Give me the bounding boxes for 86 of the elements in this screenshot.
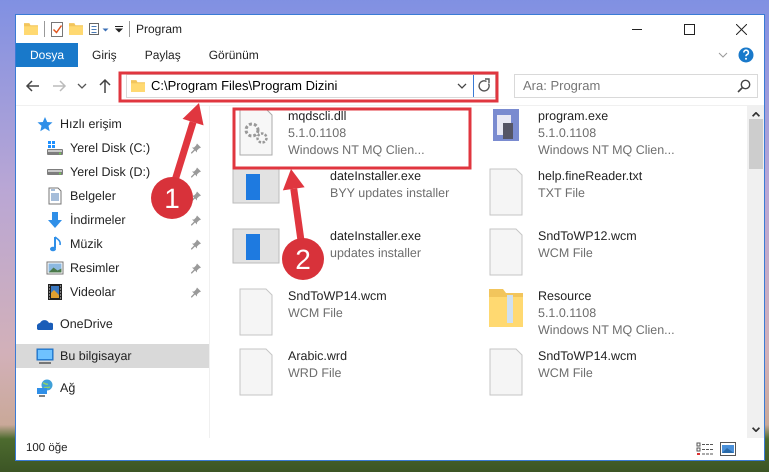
file-name[interactable]: dateInstaller.exe xyxy=(330,228,422,245)
properties-icon[interactable] xyxy=(51,22,63,36)
drive-icon xyxy=(46,168,64,176)
file-detail: Windows NT MQ Clien... xyxy=(288,142,425,159)
list-icon[interactable] xyxy=(89,23,109,35)
help-icon[interactable] xyxy=(738,47,754,63)
installer-icon[interactable] xyxy=(232,168,280,204)
file-detail: 5.1.0.1108 xyxy=(288,125,348,142)
file-detail: 5.1.0.1108 xyxy=(538,125,598,142)
back-icon xyxy=(25,78,41,94)
file-detail: BYY updates installer xyxy=(330,185,450,202)
window-title: Program xyxy=(136,21,182,38)
file-detail: updates installer xyxy=(330,245,422,262)
drive-icon xyxy=(46,140,64,156)
file-detail: 5.1.0.1108 xyxy=(538,305,598,322)
expand-ribbon-icon[interactable] xyxy=(718,52,728,58)
file-detail: WCM File xyxy=(288,305,344,322)
details-view-icon[interactable] xyxy=(696,442,714,456)
sidebar-item[interactable]: Bu bilgisayar xyxy=(16,344,209,368)
file-detail: WRD File xyxy=(288,365,342,382)
pin-icon[interactable] xyxy=(190,214,201,226)
settings-file-icon[interactable] xyxy=(238,108,274,156)
file-menu-button[interactable]: Dosya xyxy=(16,43,78,67)
file-name[interactable]: SndToWP12.wcm xyxy=(538,228,637,245)
file-name[interactable]: program.exe xyxy=(538,108,675,125)
file-name[interactable]: dateInstaller.exe xyxy=(330,168,450,185)
sidebar-item[interactable]: İndirmeler xyxy=(16,208,132,232)
file-detail: Windows NT MQ Clien... xyxy=(538,142,675,159)
sidebar-item[interactable]: Ağ xyxy=(16,376,82,400)
pin-icon[interactable] xyxy=(190,142,201,154)
scroll-down-icon[interactable] xyxy=(752,427,760,432)
ribbon-tab[interactable]: Giriş xyxy=(78,43,131,67)
pin-icon[interactable] xyxy=(190,262,201,274)
file-name[interactable]: mqdscli.dll xyxy=(288,108,425,125)
network-icon xyxy=(37,379,53,397)
sidebar-item[interactable]: Müzik xyxy=(16,232,109,256)
computer-icon xyxy=(36,348,54,364)
scrollbar[interactable] xyxy=(747,106,764,438)
forward-icon xyxy=(51,78,67,94)
download-icon xyxy=(47,211,63,229)
ribbon-tab[interactable]: Görünüm xyxy=(194,43,273,67)
minimize-icon xyxy=(632,28,642,30)
installer-icon[interactable] xyxy=(232,228,280,264)
music-note-icon xyxy=(49,236,61,252)
up-icon xyxy=(97,78,113,94)
document-icon xyxy=(48,187,62,205)
pin-icon[interactable] xyxy=(190,166,201,178)
file-detail: WCM File xyxy=(538,365,594,382)
pin-icon[interactable] xyxy=(190,238,201,250)
file-name[interactable]: Resource xyxy=(538,288,675,305)
file-name[interactable]: SndToWP14.wcm xyxy=(538,348,637,365)
file-detail: TXT File xyxy=(538,185,586,202)
dropdown-icon[interactable] xyxy=(457,83,467,89)
search-icon xyxy=(737,79,751,93)
file-detail: Windows NT MQ Clien... xyxy=(538,322,675,339)
customize-toolbar-icon[interactable] xyxy=(115,26,123,32)
folder-icon xyxy=(24,23,38,35)
pin-icon[interactable] xyxy=(190,190,201,202)
item-count: 100 öğe xyxy=(26,441,68,456)
sidebar-item[interactable]: Resimler xyxy=(16,256,126,280)
step-badge: 2 xyxy=(282,238,324,280)
sidebar-item[interactable]: Hızlı erişim xyxy=(16,112,128,136)
sidebar-item[interactable]: OneDrive xyxy=(16,312,119,336)
scrollbar-thumb[interactable] xyxy=(748,119,762,169)
sidebar-item[interactable]: Belgeler xyxy=(16,184,122,208)
maximize-icon xyxy=(684,24,694,34)
film-icon xyxy=(47,283,63,301)
folder-icon xyxy=(131,80,145,92)
tiles-view-icon[interactable] xyxy=(720,442,736,456)
scroll-up-icon[interactable] xyxy=(752,112,760,117)
file-name[interactable]: SndToWP14.wcm xyxy=(288,288,387,305)
program-icon[interactable] xyxy=(492,108,520,142)
close-icon xyxy=(736,24,746,34)
cloud-icon xyxy=(37,318,53,330)
file-detail: WCM File xyxy=(538,245,594,262)
star-icon xyxy=(36,116,54,132)
address-bar[interactable]: C:\Program Files\Program Dizini xyxy=(126,74,496,98)
pin-icon[interactable] xyxy=(190,286,201,298)
picture-icon xyxy=(46,261,64,275)
ribbon-tab[interactable]: Paylaş xyxy=(130,43,195,67)
file-name[interactable]: help.fineReader.txt xyxy=(538,168,642,185)
search-box[interactable]: Ara: Program xyxy=(514,74,758,98)
file-name[interactable]: Arabic.wrd xyxy=(288,348,348,365)
sidebar-item[interactable]: Yerel Disk (C:) xyxy=(16,136,156,160)
sidebar-item[interactable]: Videolar xyxy=(16,280,122,304)
step-badge: 1 xyxy=(151,177,193,219)
